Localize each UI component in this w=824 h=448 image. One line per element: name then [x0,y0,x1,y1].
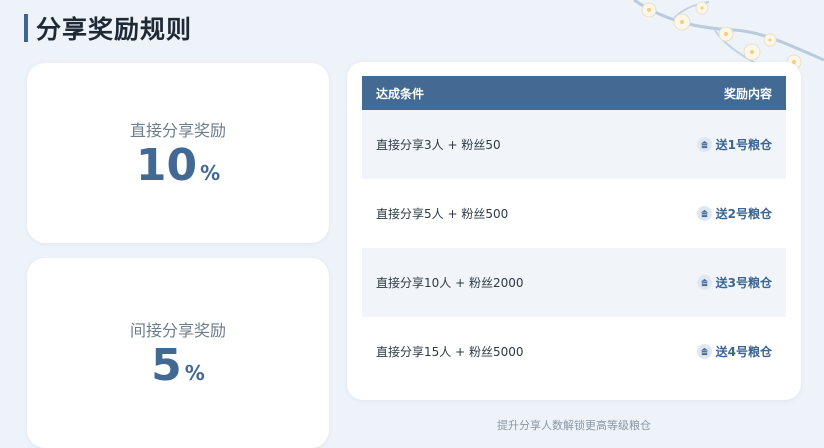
direct-share-reward-card: 直接分享奖励 10 % [27,63,329,243]
indirect-share-label: 间接分享奖励 [129,320,226,340]
direct-share-value-row: 10 % [135,139,221,191]
reward-text: 送2号粮仓 [715,207,772,221]
reward-rules-table: 达成条件 奖励内容 直接分享3人 + 粉丝50 送1号粮仓 直接分享5人 + 粉… [362,76,786,386]
page-title: 分享奖励规则 [36,15,193,44]
granary-icon [696,206,712,221]
condition-cell: 直接分享10人 + 粉丝2000 [376,276,524,290]
indirect-share-value-row: 5 % [151,339,205,391]
condition-cell: 直接分享15人 + 粉丝5000 [376,345,524,359]
indirect-share-reward-card: 间接分享奖励 5 % [27,258,329,448]
title-accent-bar [24,14,28,42]
column-header-reward: 奖励内容 [723,86,772,101]
condition-cell: 直接分享5人 + 粉丝500 [376,207,509,221]
direct-share-percent: 10 [135,139,198,191]
reward-rules-card: 达成条件 奖励内容 直接分享3人 + 粉丝50 送1号粮仓 直接分享5人 + 粉… [347,62,801,400]
condition-cell: 直接分享3人 + 粉丝50 [376,138,501,152]
table-row: 直接分享5人 + 粉丝500 送2号粮仓 [362,179,786,248]
granary-icon [696,275,712,290]
indirect-share-percent: 5 [151,339,182,391]
reward-text: 送4号粮仓 [715,345,772,359]
granary-icon [696,344,712,359]
reward-cell: 送1号粮仓 [696,136,772,153]
reward-cell: 送2号粮仓 [696,205,772,222]
table-header: 达成条件 奖励内容 [362,76,786,110]
direct-share-label: 直接分享奖励 [129,120,226,140]
footer-note: 提升分享人数解锁更高等级粮仓 [497,419,651,432]
reward-cell: 送4号粮仓 [696,343,772,360]
indirect-share-unit: % [184,360,205,385]
direct-share-unit: % [200,160,221,185]
reward-cell: 送3号粮仓 [696,274,772,291]
table-row: 直接分享3人 + 粉丝50 送1号粮仓 [362,110,786,179]
table-row: 直接分享15人 + 粉丝5000 送4号粮仓 [362,317,786,386]
table-row: 直接分享10人 + 粉丝2000 送3号粮仓 [362,248,786,317]
reward-text: 送1号粮仓 [715,138,772,152]
page-header: 分享奖励规则 [24,12,192,44]
reward-text: 送3号粮仓 [715,276,772,290]
column-header-condition: 达成条件 [376,86,425,101]
granary-icon [696,137,712,152]
